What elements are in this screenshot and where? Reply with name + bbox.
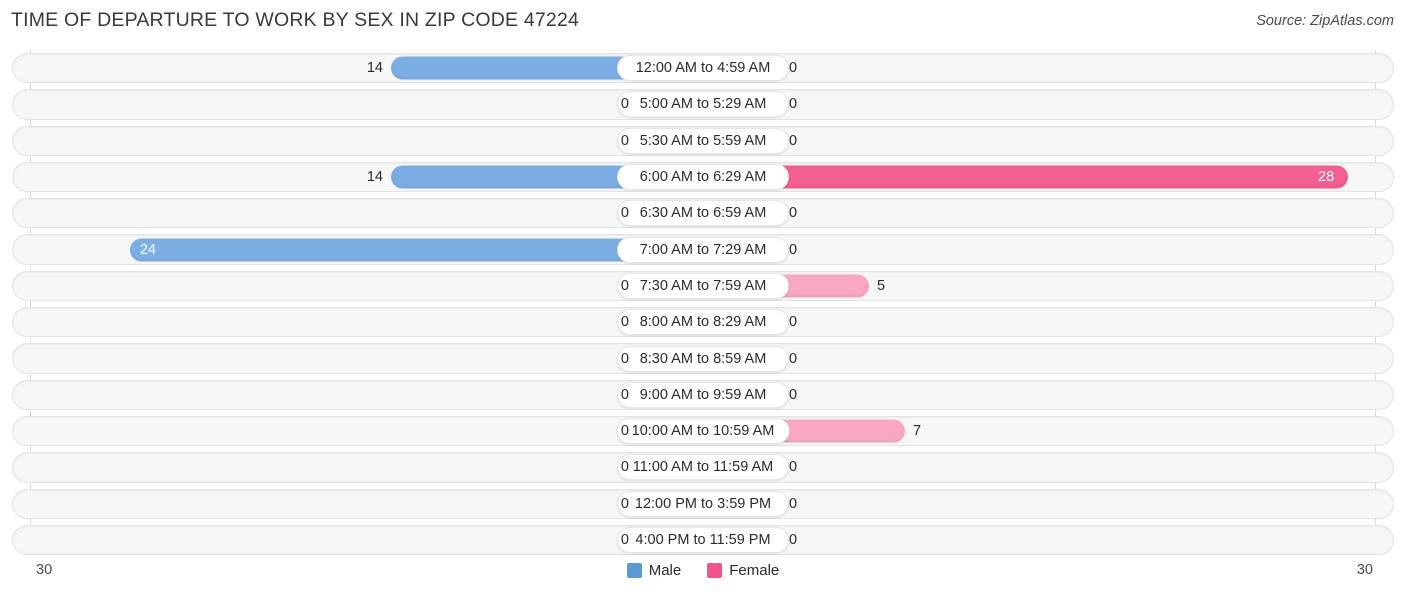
row-category-label: 5:30 AM to 5:59 AM: [617, 127, 789, 154]
female-value-label: 0: [789, 495, 798, 512]
chart-plot-area: 14 0 12:00 AM to 4:59 AM 0 0 5:00 AM to 5:29 …: [0, 50, 1406, 558]
chart-row[interactable]: 0 0 8:00 AM to 8:29 AM: [0, 304, 1406, 340]
chart-row[interactable]: 0 5 7:30 AM to 7:59 AM: [0, 268, 1406, 304]
female-bar[interactable]: [703, 165, 1348, 189]
male-value-label: 0: [620, 423, 629, 440]
legend-label: Male: [648, 562, 682, 579]
row-category-label: 6:00 AM to 6:29 AM: [617, 164, 789, 191]
legend-swatch-icon: [707, 563, 723, 578]
female-value-label: 28: [1318, 169, 1335, 186]
male-value-label: 0: [620, 96, 629, 113]
chart-row[interactable]: 0 0 11:00 AM to 11:59 AM: [0, 449, 1406, 485]
female-value-label: 0: [789, 132, 798, 149]
chart-row[interactable]: 0 0 4:00 PM to 11:59 PM: [0, 522, 1406, 558]
male-value-label: 0: [620, 386, 629, 403]
female-value-label: 7: [913, 423, 922, 440]
row-category-label: 7:00 AM to 7:29 AM: [617, 236, 789, 263]
female-value-label: 0: [789, 386, 798, 403]
row-category-label: 8:30 AM to 8:59 AM: [617, 345, 789, 372]
male-value-label: 0: [620, 532, 629, 548]
row-category-label: 6:30 AM to 6:59 AM: [617, 200, 789, 227]
row-category-label: 8:00 AM to 8:29 AM: [617, 309, 789, 336]
chart-row[interactable]: 0 0 5:30 AM to 5:59 AM: [0, 123, 1406, 159]
row-category-label: 12:00 AM to 4:59 AM: [617, 55, 789, 82]
male-value-label: 0: [620, 132, 629, 149]
female-value-label: 0: [789, 350, 798, 367]
male-value-label: 0: [620, 277, 629, 294]
row-category-label: 10:00 AM to 10:59 AM: [616, 418, 790, 445]
male-value-label: 0: [620, 205, 629, 222]
legend-label: Female: [729, 562, 780, 579]
legend-item[interactable]: Male: [626, 562, 682, 579]
female-value-label: 0: [789, 96, 798, 113]
chart-rows: 14 0 12:00 AM to 4:59 AM 0 0 5:00 AM to 5:29 …: [0, 50, 1406, 558]
legend-item[interactable]: Female: [707, 562, 779, 579]
chart-row[interactable]: 24 0 7:00 AM to 7:29 AM: [0, 231, 1406, 267]
chart-header: TIME OF DEPARTURE TO WORK BY SEX IN ZIP …: [0, 0, 1406, 44]
row-category-label: 12:00 PM to 3:59 PM: [617, 490, 789, 517]
male-value-label: 0: [620, 459, 629, 476]
male-value-label: 0: [620, 350, 629, 367]
legend-swatch-icon: [626, 563, 642, 578]
male-value-label: 24: [139, 241, 156, 258]
row-category-label: 11:00 AM to 11:59 AM: [617, 454, 789, 481]
chart-legend: Male Female: [0, 562, 1406, 579]
male-value-label: 14: [366, 169, 383, 186]
row-category-label: 7:30 AM to 7:59 AM: [617, 272, 789, 299]
chart-row[interactable]: 14 0 12:00 AM to 4:59 AM: [0, 50, 1406, 86]
female-value-label: 0: [789, 532, 798, 548]
female-value-label: 0: [789, 459, 798, 476]
female-value-label: 0: [789, 60, 798, 77]
chart-footer: 30 30 Male Female: [0, 556, 1406, 595]
chart-row[interactable]: 0 7 10:00 AM to 10:59 AM: [0, 413, 1406, 449]
male-value-label: 14: [366, 60, 383, 77]
row-category-label: 9:00 AM to 9:59 AM: [617, 381, 789, 408]
female-value-label: 0: [789, 205, 798, 222]
page-title: TIME OF DEPARTURE TO WORK BY SEX IN ZIP …: [11, 9, 580, 31]
row-category-label: 5:00 AM to 5:29 AM: [617, 91, 789, 118]
chart-row[interactable]: 0 0 12:00 PM to 3:59 PM: [0, 486, 1406, 522]
chart-row[interactable]: 14 28 6:00 AM to 6:29 AM: [0, 159, 1406, 195]
female-value-label: 5: [877, 277, 886, 294]
chart-row[interactable]: 0 0 8:30 AM to 8:59 AM: [0, 340, 1406, 376]
chart-row[interactable]: 0 0 5:00 AM to 5:29 AM: [0, 86, 1406, 122]
chart-row[interactable]: 0 0 6:30 AM to 6:59 AM: [0, 195, 1406, 231]
female-value-label: 0: [789, 314, 798, 331]
male-value-label: 0: [620, 495, 629, 512]
male-value-label: 0: [620, 314, 629, 331]
chart-row[interactable]: 0 0 9:00 AM to 9:59 AM: [0, 377, 1406, 413]
row-category-label: 4:00 PM to 11:59 PM: [617, 527, 789, 553]
female-value-label: 0: [789, 241, 798, 258]
chart-page: TIME OF DEPARTURE TO WORK BY SEX IN ZIP …: [0, 0, 1406, 595]
source-attribution: Source: ZipAtlas.com: [1256, 13, 1394, 29]
